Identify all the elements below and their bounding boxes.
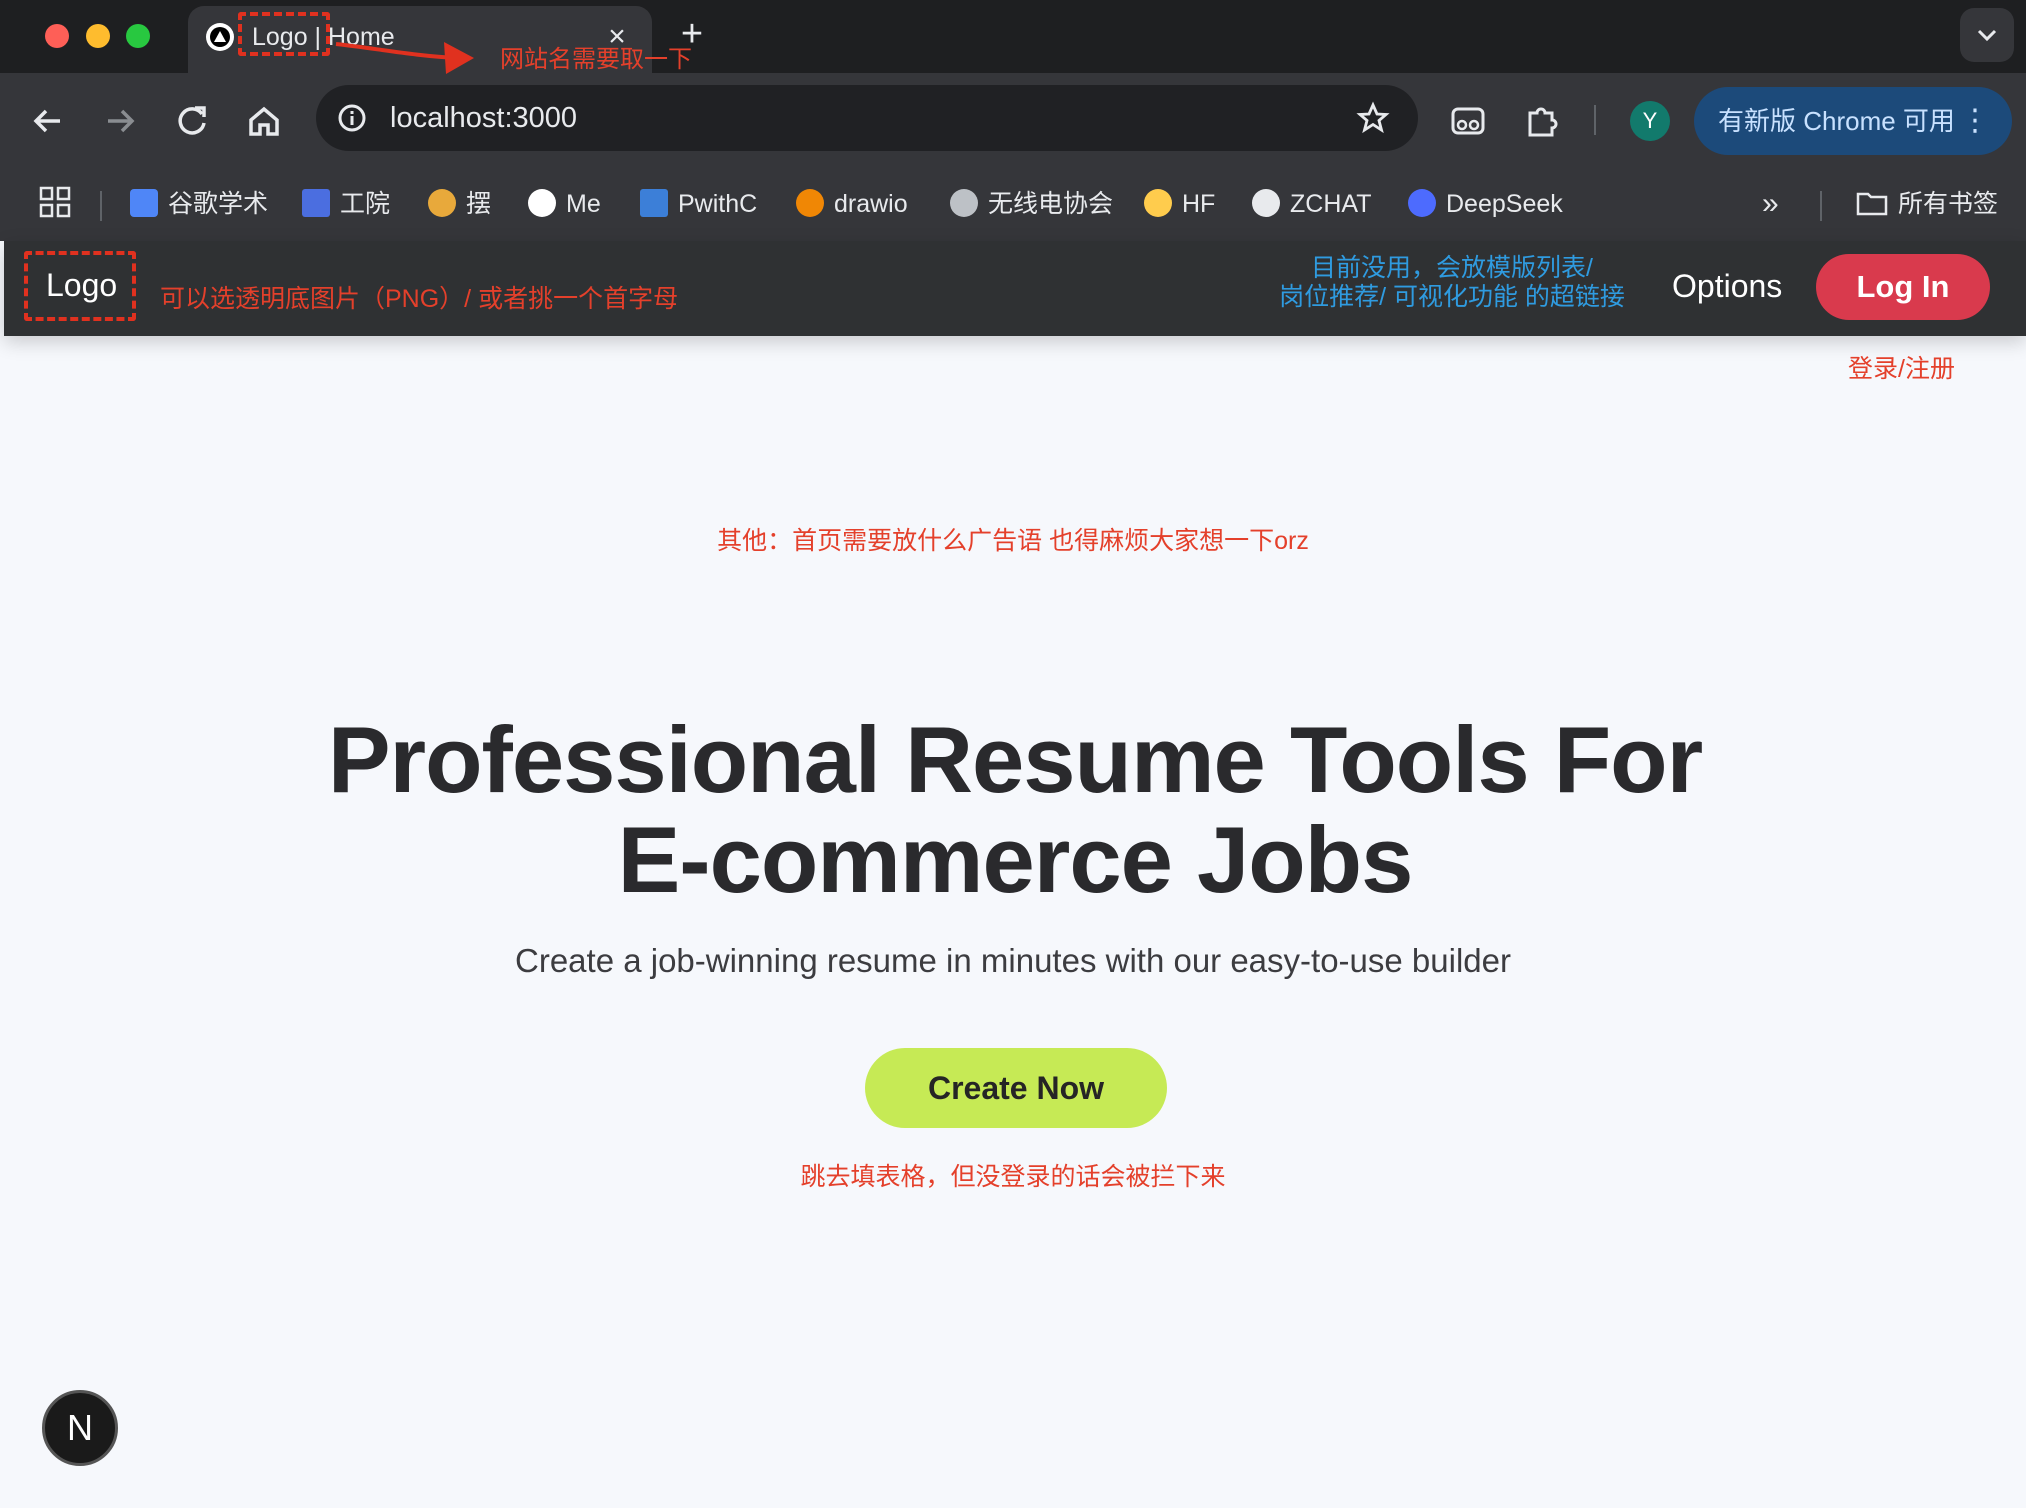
home-icon xyxy=(249,106,279,136)
bookmark-item[interactable]: 工院 xyxy=(302,185,390,223)
address-bar[interactable]: localhost:3000 xyxy=(316,85,1418,151)
nextjs-favicon-icon xyxy=(206,23,234,51)
minimize-window-button[interactable] xyxy=(86,24,110,48)
reload-icon xyxy=(178,106,206,135)
incognito-icon[interactable] xyxy=(1448,101,1492,145)
bookmark-item[interactable]: Me xyxy=(528,185,601,223)
bookmark-item[interactable]: HF xyxy=(1144,185,1215,223)
close-window-button[interactable] xyxy=(45,24,69,48)
arrow-left-icon xyxy=(33,109,60,133)
zchat-icon xyxy=(1252,189,1280,217)
annotation-site-name: 网站名需要取一下 xyxy=(500,46,692,73)
scholar-icon xyxy=(130,189,158,217)
annotation-options: 目前没用，会放模版列表/ 岗位推荐/ 可视化功能 的超链接 xyxy=(1279,254,1625,311)
bookmark-item[interactable]: drawio xyxy=(796,185,908,223)
vue-icon xyxy=(302,189,330,217)
bookmarks-bar: 谷歌学术 工院 摆 Me PwithC drawio 无线电协会 HF ZCHA… xyxy=(0,175,2026,233)
drawio-icon xyxy=(796,189,824,217)
bookmark-item[interactable]: DeepSeek xyxy=(1408,185,1563,223)
chevron-down-icon xyxy=(1977,29,1997,42)
bookmark-item[interactable]: 摆 xyxy=(428,185,491,223)
bookmark-item[interactable]: PwithC xyxy=(640,185,757,223)
url-text[interactable]: localhost:3000 xyxy=(390,99,577,137)
annotation-logo: 可以选透明底图片（PNG）/ 或者挑一个首字母 xyxy=(160,285,679,313)
forward-button[interactable] xyxy=(98,99,142,143)
all-bookmarks-button[interactable]: 所有书签 xyxy=(1856,185,1998,223)
options-link[interactable]: Options xyxy=(1672,265,1782,307)
reload-button[interactable] xyxy=(170,99,214,143)
annotation-login: 登录/注册 xyxy=(1848,355,1955,383)
annotation-cta: 跳去填表格，但没登录的话会被拦下来 xyxy=(800,1163,1226,1191)
github-icon xyxy=(528,189,556,217)
tab-search-button[interactable] xyxy=(1960,8,2014,62)
annotation-arrow-icon xyxy=(335,42,474,74)
bookmarks-divider xyxy=(100,191,102,221)
login-button[interactable]: Log In xyxy=(1816,254,1990,320)
create-now-button[interactable]: Create Now xyxy=(865,1048,1167,1128)
browser-toolbar: localhost:3000 Y 有新版 Chrome 可用 ⋮ 谷歌学术 工院… xyxy=(0,73,2026,241)
bookmark-star-icon[interactable] xyxy=(1356,101,1390,140)
globe-icon xyxy=(950,189,978,217)
arrow-right-icon xyxy=(108,109,135,133)
apps-grid-icon[interactable] xyxy=(38,185,72,219)
leetcode-icon xyxy=(428,189,456,217)
extensions-puzzle-icon[interactable] xyxy=(1522,101,1566,145)
annotation-slogan: 其他：首页需要放什么广告语 也得麻烦大家想一下orz xyxy=(717,527,1309,555)
update-chrome-button[interactable]: 有新版 Chrome 可用 ⋮ xyxy=(1694,87,2012,155)
profile-avatar[interactable]: Y xyxy=(1630,101,1670,141)
annotation-box-site-name xyxy=(238,12,330,56)
hero-title: Professional Resume Tools For E-commerce… xyxy=(327,707,1703,912)
back-button[interactable] xyxy=(26,99,70,143)
hero-subtitle: Create a job-winning resume in minutes w… xyxy=(515,942,1511,979)
more-menu-icon[interactable]: ⋮ xyxy=(1960,87,1990,155)
deepseek-icon xyxy=(1408,189,1436,217)
huggingface-icon xyxy=(1144,189,1172,217)
zoom-window-button[interactable] xyxy=(126,24,150,48)
site-info-icon[interactable] xyxy=(336,102,368,139)
bookmark-item[interactable]: 无线电协会 xyxy=(950,185,1113,223)
bookmarks-divider xyxy=(1820,191,1822,221)
nextjs-dev-indicator-icon[interactable]: N xyxy=(42,1390,118,1466)
pwithc-icon xyxy=(640,189,668,217)
toolbar-divider xyxy=(1594,105,1596,135)
update-chrome-label: 有新版 Chrome 可用 xyxy=(1718,106,1955,136)
bookmark-item[interactable]: ZCHAT xyxy=(1252,185,1371,223)
bookmarks-overflow-icon[interactable]: » xyxy=(1762,185,1779,223)
home-button[interactable] xyxy=(242,99,286,143)
bookmark-item[interactable]: 谷歌学术 xyxy=(130,185,268,223)
annotation-box-logo xyxy=(24,251,136,321)
folder-icon xyxy=(1856,192,1888,216)
